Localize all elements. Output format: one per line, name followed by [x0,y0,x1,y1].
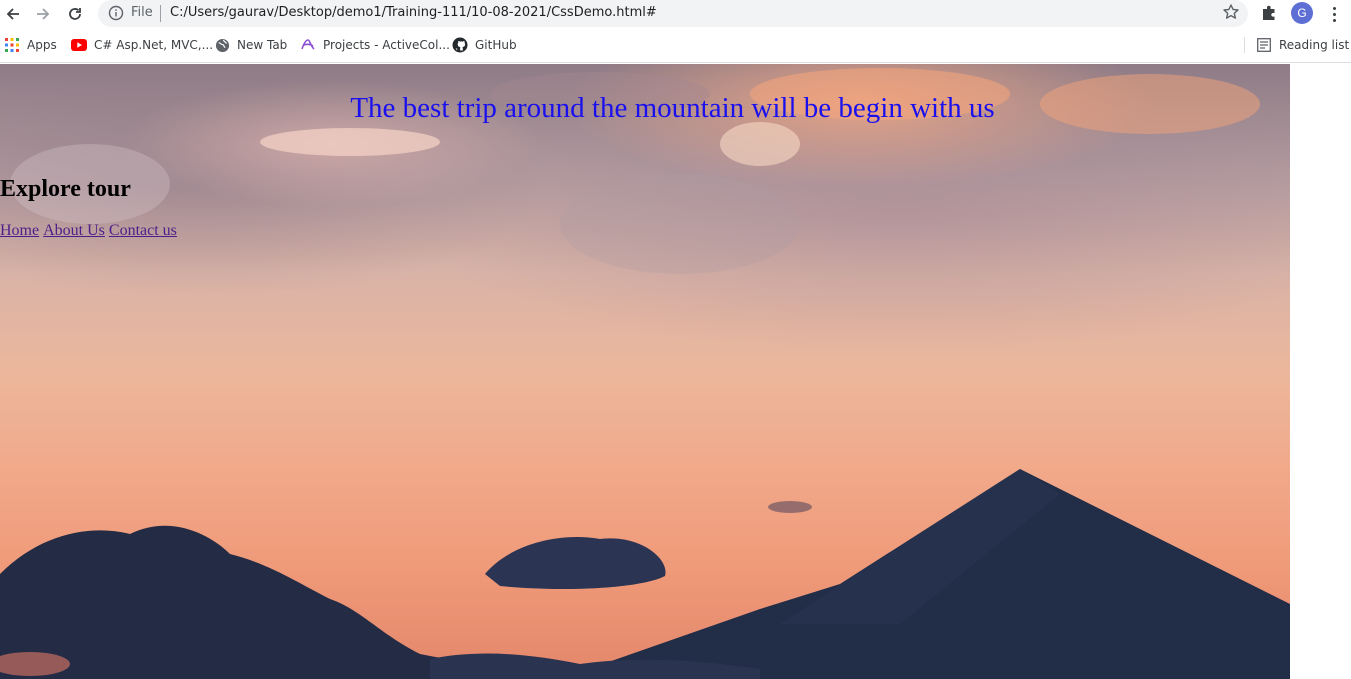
reload-button[interactable] [63,2,87,26]
reading-list-label: Reading list [1279,38,1350,52]
address-bar[interactable]: File C:/Users/gaurav/Desktop/demo1/Train… [98,0,1248,27]
bookmarks-bar: Apps C# Asp.Net, MVC,... New Tab Project… [0,28,1351,63]
browser-toolbar: File C:/Users/gaurav/Desktop/demo1/Train… [0,0,1351,28]
back-button[interactable] [1,2,25,26]
forward-button[interactable] [31,2,55,26]
more-menu-icon[interactable] [1326,4,1342,24]
nav-link-about[interactable]: About Us [43,222,105,239]
activecollab-icon [300,37,316,53]
bookmark-new-tab[interactable]: New Tab [214,36,287,54]
reading-list-icon [1256,37,1272,53]
nav-link-home[interactable]: Home [0,222,39,239]
globe-icon [214,37,230,53]
profile-avatar[interactable]: G [1291,2,1313,24]
back-arrow-icon [6,8,19,20]
bookmark-apps[interactable]: Apps [4,36,57,54]
bookmark-projects[interactable]: Projects - ActiveCol... [300,36,450,54]
nav-link-contact[interactable]: Contact us [109,222,177,239]
youtube-icon [71,37,87,53]
file-scheme-label: File [131,5,153,20]
url-text[interactable]: C:/Users/gaurav/Desktop/demo1/Training-1… [170,5,657,20]
github-icon [452,37,468,53]
site-navigation: Home About Us Contact us [0,222,181,240]
apps-grid-icon [4,37,20,53]
page-viewport: The best trip around the mountain will b… [0,64,1290,679]
mountain-sunset-background [0,68,1290,679]
bookmarks-divider [1244,37,1245,53]
address-separator [160,5,161,22]
forward-arrow-icon [37,8,50,20]
bookmark-github[interactable]: GitHub [452,36,517,54]
reading-list-button[interactable]: Reading list [1256,36,1349,54]
bookmark-star-icon[interactable] [1222,3,1240,26]
bookmark-label: Projects - ActiveCol... [323,38,450,52]
site-brand-heading: Explore tour [0,176,131,202]
page-headline: The best trip around the mountain will b… [350,92,995,124]
reload-icon [69,8,81,20]
page-right-blank-area [1290,64,1351,679]
bookmark-label: Apps [27,38,57,52]
bookmark-label: C# Asp.Net, MVC,... [94,38,214,52]
site-info-icon[interactable] [108,5,124,26]
extensions-puzzle-icon[interactable] [1259,3,1279,28]
bookmark-csharp[interactable]: C# Asp.Net, MVC,... [71,36,213,54]
bookmark-label: GitHub [475,38,517,52]
bookmark-label: New Tab [237,38,288,52]
